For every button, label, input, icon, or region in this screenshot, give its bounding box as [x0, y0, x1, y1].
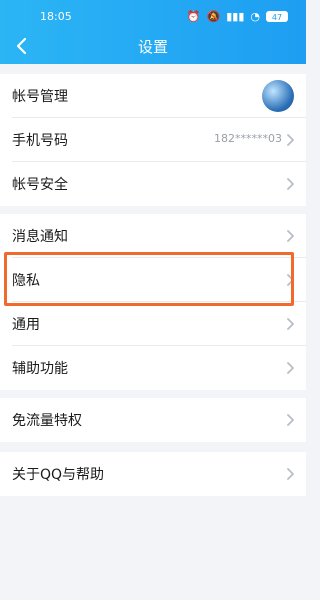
- chevron-right-icon: [287, 178, 294, 190]
- settings-group-about: 关于QQ与帮助: [0, 452, 306, 496]
- list-item-label: 关于QQ与帮助: [12, 467, 105, 483]
- signal-icon: ▮▮▮: [226, 10, 245, 23]
- list-item-label: 帐号管理: [12, 89, 68, 105]
- alarm-icon: ⏰: [186, 10, 201, 23]
- chevron-right-icon: [287, 414, 294, 426]
- chevron-right-icon: [287, 134, 294, 146]
- status-time: 18:05: [40, 10, 72, 23]
- status-icons: ⏰ 🔕 ▮▮▮ ◔ 47: [187, 10, 288, 23]
- chevron-right-icon: [287, 230, 294, 242]
- avatar: [262, 80, 294, 112]
- list-item-label: 通用: [12, 317, 40, 333]
- app-header: 18:05 ⏰ 🔕 ▮▮▮ ◔ 47 设置: [0, 0, 306, 64]
- list-item-general[interactable]: 通用: [0, 302, 306, 346]
- phone-number-value: 182******03: [214, 132, 282, 145]
- list-item-data-free-privilege[interactable]: 免流量特权: [0, 398, 306, 442]
- list-item-phone-number[interactable]: 手机号码 182******03: [0, 118, 306, 162]
- list-item-label: 辅助功能: [12, 361, 68, 377]
- settings-group-data: 免流量特权: [0, 398, 306, 442]
- chevron-right-icon: [287, 468, 294, 480]
- chevron-right-icon: [287, 318, 294, 330]
- mute-icon: 🔕: [206, 10, 221, 23]
- page-title: 设置: [137, 38, 168, 56]
- privacy-highlight-box: [4, 252, 294, 306]
- list-item-label: 帐号安全: [12, 177, 68, 193]
- list-item-label: 手机号码: [12, 133, 68, 149]
- wifi-icon: ◔: [250, 10, 260, 23]
- list-item-account-security[interactable]: 帐号安全: [0, 162, 306, 206]
- nav-bar: 设置: [0, 30, 306, 64]
- list-item-label: 免流量特权: [12, 413, 82, 429]
- list-item-label: 消息通知: [12, 229, 68, 245]
- list-item-accessibility[interactable]: 辅助功能: [0, 346, 306, 390]
- list-item-account-management[interactable]: 帐号管理: [0, 74, 306, 118]
- settings-group-account: 帐号管理 手机号码 182******03 帐号安全: [0, 74, 306, 206]
- battery-icon: 47: [266, 11, 288, 22]
- list-item-about-qq-help[interactable]: 关于QQ与帮助: [0, 452, 306, 496]
- status-bar: 18:05 ⏰ 🔕 ▮▮▮ ◔ 47: [0, 8, 306, 26]
- chevron-right-icon: [287, 362, 294, 374]
